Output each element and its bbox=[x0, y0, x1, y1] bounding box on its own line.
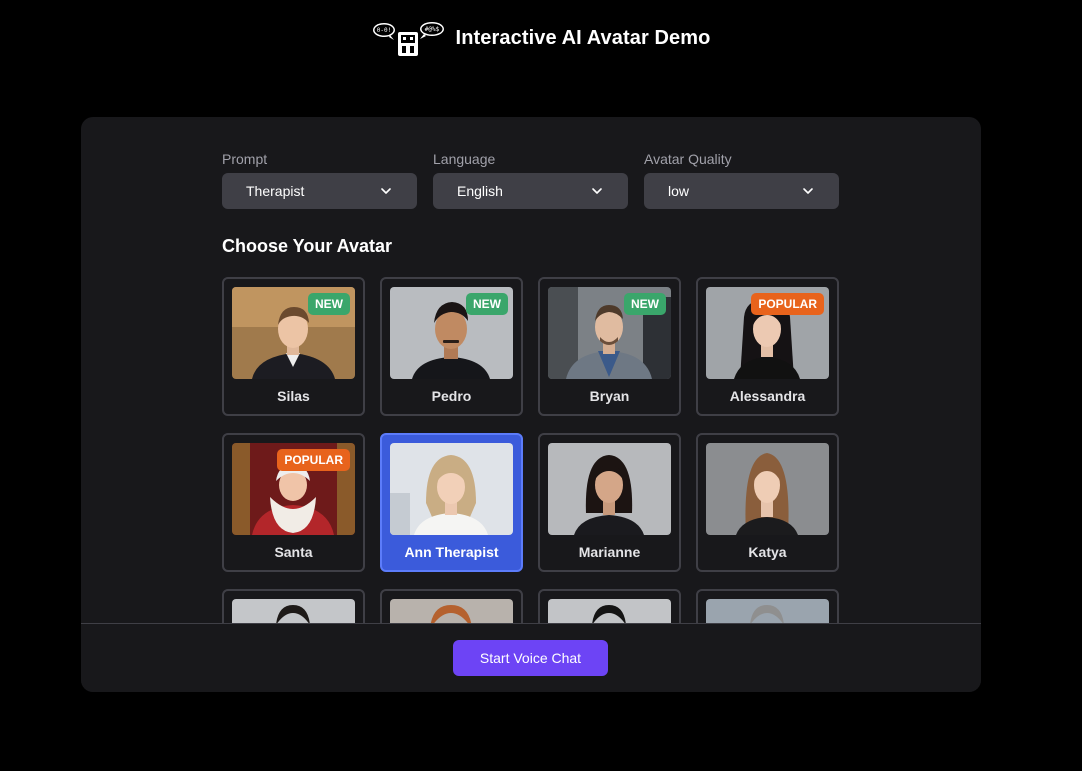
avatar-name: Santa bbox=[274, 544, 313, 560]
avatar-name: Marianne bbox=[578, 544, 641, 560]
app-title: Interactive AI Avatar Demo bbox=[455, 26, 711, 49]
chevron-down-icon bbox=[379, 184, 393, 198]
main-panel: Prompt Therapist Language English Avatar… bbox=[81, 117, 981, 692]
avatar-card[interactable] bbox=[538, 589, 681, 623]
quality-label: Avatar Quality bbox=[644, 151, 732, 167]
robot-chat-logo-icon: 0-0! #@%$ bbox=[372, 18, 446, 58]
prompt-select[interactable]: Therapist bbox=[222, 173, 417, 209]
avatar-photo bbox=[706, 443, 829, 535]
quality-control: Avatar Quality low bbox=[644, 151, 839, 209]
language-control: Language English bbox=[433, 151, 628, 209]
prompt-label: Prompt bbox=[222, 151, 268, 167]
avatar-config-content: Prompt Therapist Language English Avatar… bbox=[222, 117, 842, 623]
start-voice-chat-button[interactable]: Start Voice Chat bbox=[453, 640, 608, 676]
app-header: 0-0! #@%$ Interactive AI Avatar Demo bbox=[0, 18, 1082, 58]
avatar-photo bbox=[706, 599, 829, 623]
avatar-name: Silas bbox=[277, 388, 310, 404]
avatar-photo bbox=[390, 599, 513, 623]
avatar-card-ann-therapist[interactable]: Ann Therapist bbox=[380, 433, 523, 572]
language-value: English bbox=[457, 183, 503, 199]
avatar-card-marianne[interactable]: Marianne bbox=[538, 433, 681, 572]
new-badge: NEW bbox=[624, 293, 666, 315]
avatar-section-title: Choose Your Avatar bbox=[222, 236, 393, 256]
avatar-card-pedro[interactable]: NEW Pedro bbox=[380, 277, 523, 416]
avatar-card[interactable] bbox=[222, 589, 365, 623]
new-badge: NEW bbox=[308, 293, 350, 315]
prompt-control: Prompt Therapist bbox=[222, 151, 417, 209]
avatar-name: Alessandra bbox=[729, 388, 806, 404]
panel-footer: Start Voice Chat bbox=[81, 623, 981, 692]
settings-row: Prompt Therapist Language English Avatar… bbox=[222, 151, 839, 209]
chevron-down-icon bbox=[590, 184, 604, 198]
avatar-photo bbox=[548, 599, 671, 623]
quality-select[interactable]: low bbox=[644, 173, 839, 209]
avatar-name: Ann Therapist bbox=[404, 544, 499, 560]
avatar-name: Pedro bbox=[431, 388, 472, 404]
quality-value: low bbox=[668, 183, 690, 199]
avatar-grid: NEW Silas NEW Pedro NEW Bryan POPULAR Al… bbox=[222, 277, 839, 623]
avatar-card-silas[interactable]: NEW Silas bbox=[222, 277, 365, 416]
avatar-photo bbox=[548, 443, 671, 535]
avatar-photo bbox=[390, 443, 513, 535]
language-select[interactable]: English bbox=[433, 173, 628, 209]
svg-text:#@%$: #@%$ bbox=[424, 26, 439, 33]
avatar-card[interactable] bbox=[696, 589, 839, 623]
avatar-card[interactable] bbox=[380, 589, 523, 623]
chevron-down-icon bbox=[801, 184, 815, 198]
popular-badge: POPULAR bbox=[751, 293, 824, 315]
avatar-photo bbox=[232, 599, 355, 623]
avatar-card-alessandra[interactable]: POPULAR Alessandra bbox=[696, 277, 839, 416]
prompt-value: Therapist bbox=[246, 183, 305, 199]
svg-text:0-0!: 0-0! bbox=[376, 27, 390, 34]
avatar-name: Katya bbox=[748, 544, 787, 560]
popular-badge: POPULAR bbox=[277, 449, 350, 471]
new-badge: NEW bbox=[466, 293, 508, 315]
language-label: Language bbox=[433, 151, 496, 167]
avatar-name: Bryan bbox=[589, 388, 630, 404]
avatar-card-santa[interactable]: POPULAR Santa bbox=[222, 433, 365, 572]
avatar-card-bryan[interactable]: NEW Bryan bbox=[538, 277, 681, 416]
avatar-card-katya[interactable]: Katya bbox=[696, 433, 839, 572]
